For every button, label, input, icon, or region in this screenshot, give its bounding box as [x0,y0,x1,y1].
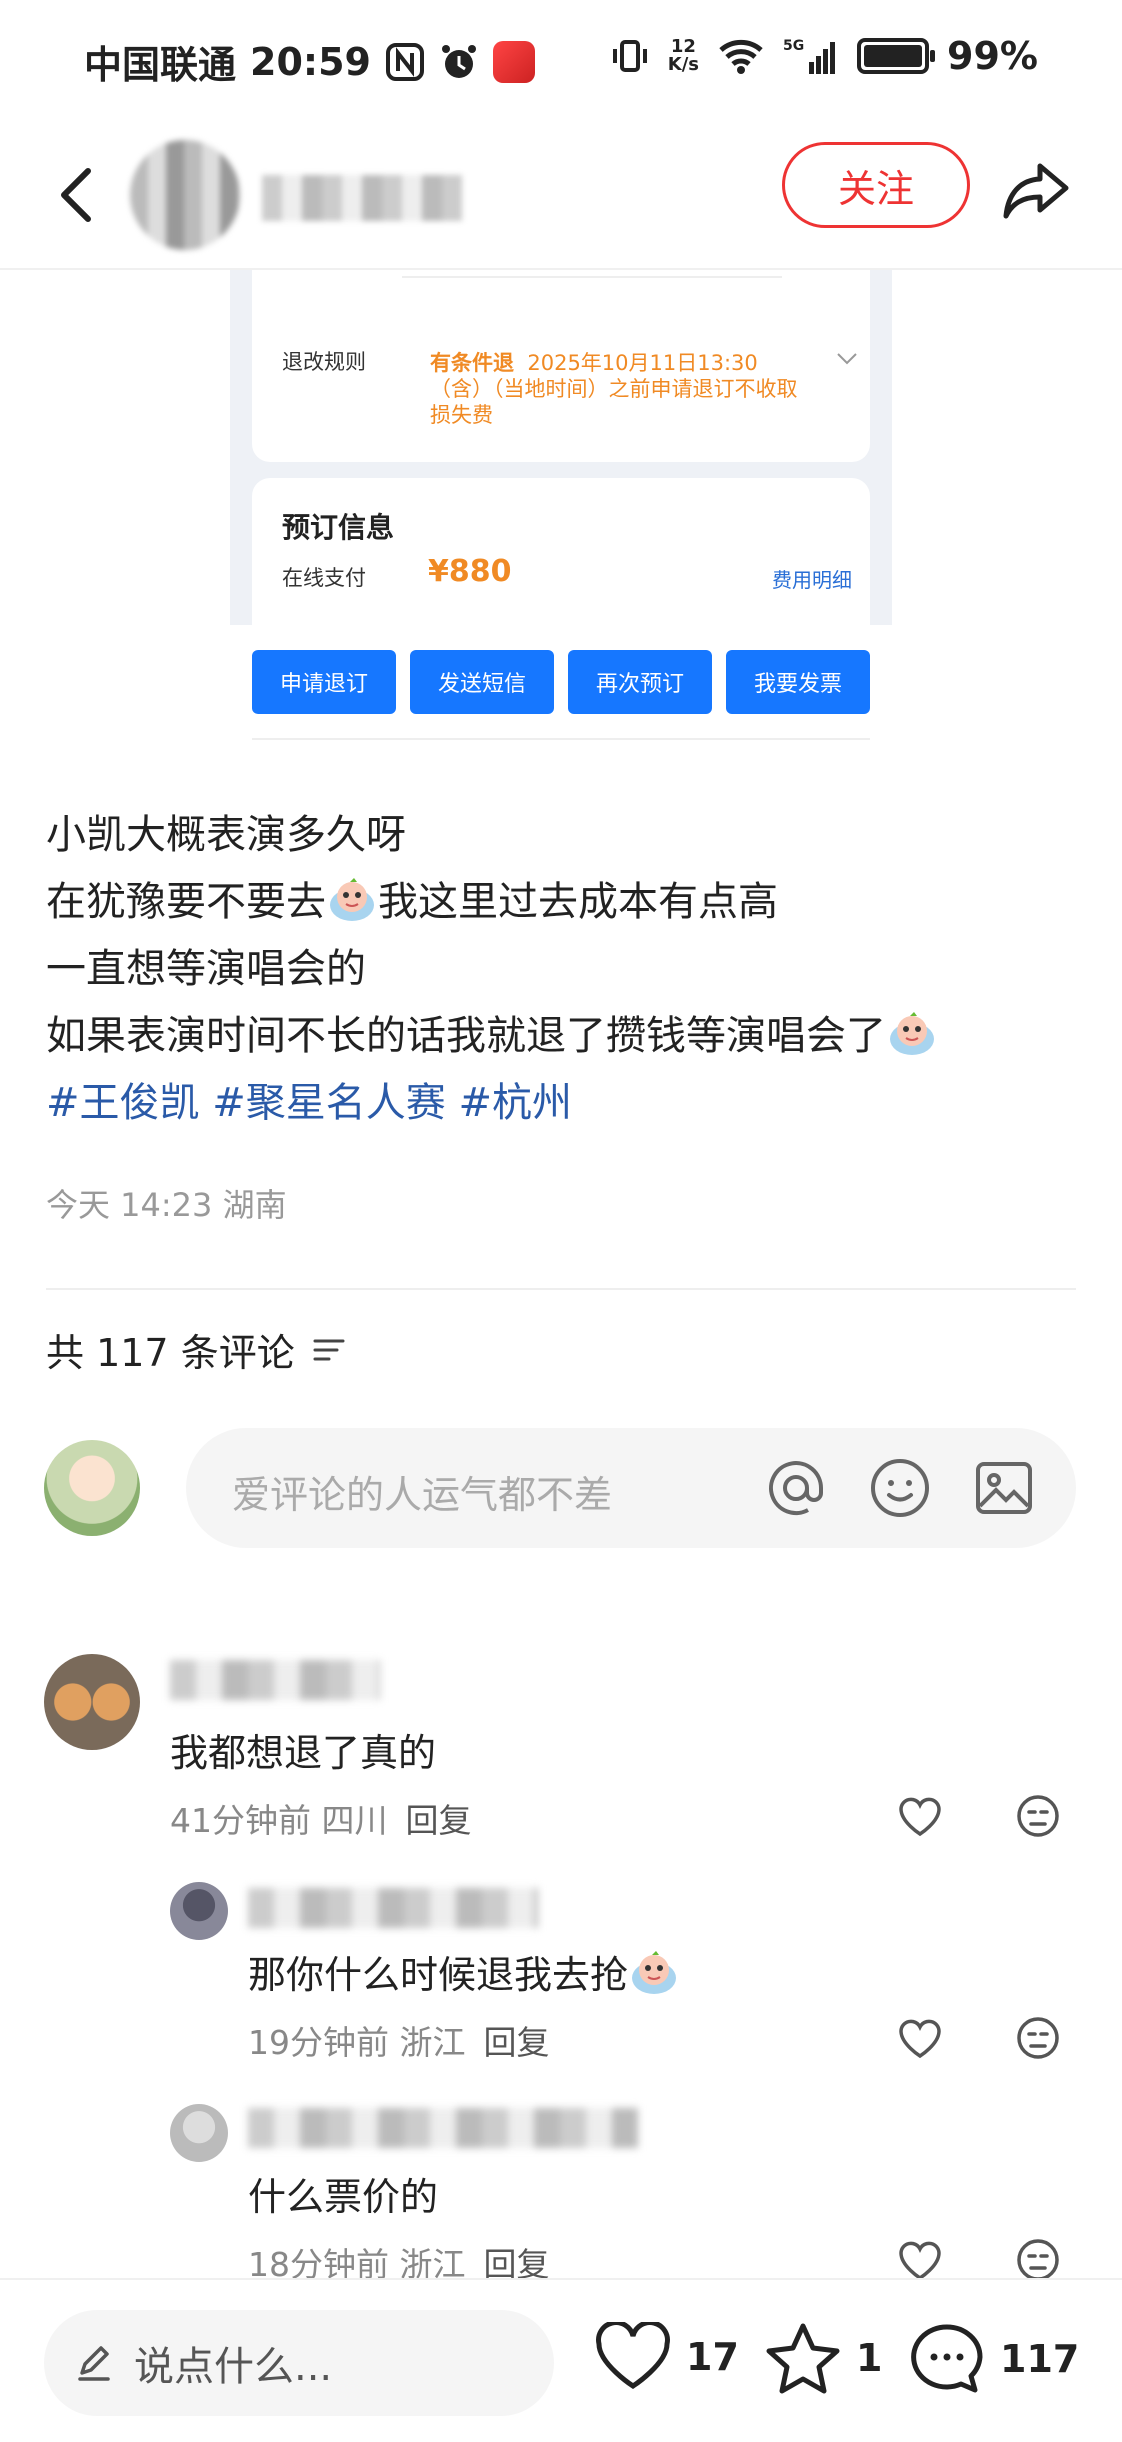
carrier-name: 中国联通 [84,43,237,87]
reply-button[interactable]: 回复 [406,1801,472,1840]
say-something-input[interactable]: 说点什么... [44,2310,554,2416]
like-heart-icon[interactable] [896,1792,944,1840]
commenter-avatar[interactable] [44,1654,140,1750]
divider [46,1288,1076,1290]
star-icon [766,2323,840,2394]
like-heart-icon[interactable] [896,2236,944,2284]
favorite-count: 1 [856,2336,883,2380]
say-something-placeholder: 说点什么... [134,2344,333,2390]
signal-icon: 5G [783,36,839,76]
top-nav-bar: 关注 [0,120,1122,270]
dislike-face-icon[interactable] [1014,2236,1062,2284]
author-avatar[interactable] [130,140,240,250]
like-button[interactable]: 17 [594,2322,739,2392]
network-speed: 12 K/s [667,36,700,75]
clock-time: 20:59 [250,39,371,84]
share-button[interactable] [996,150,1076,230]
svg-text:5G: 5G [783,38,804,54]
commenter-avatar[interactable] [170,2104,228,2162]
comment-meta: 41分钟前 四川 回复 [170,1801,472,1840]
status-bar: 中国联通 20:59 12 K/s 5G 99% [0,0,1122,120]
battery-level: 99% [947,34,1038,78]
payment-amount: ¥880 [428,554,512,589]
like-count: 17 [686,2335,739,2379]
dislike-face-icon[interactable] [1014,2014,1062,2062]
favorite-button[interactable]: 1 [764,2322,882,2394]
post-line-3: 一直想等演唱会的 [46,946,366,992]
chevron-down-icon [837,353,857,365]
comment-button[interactable]: 117 [908,2322,1079,2396]
post-line-1: 小凯大概表演多久呀 [46,812,406,858]
comment-text: 我都想退了真的 [170,1731,437,1775]
wifi-icon [717,36,765,76]
crying-emoji-icon [632,1951,677,1994]
my-avatar [44,1440,140,1536]
battery-icon [857,38,936,74]
reply-button[interactable]: 回复 [484,2023,550,2062]
fee-detail-link: 费用明细 [772,568,852,592]
post-time-location: 今天 14:23 湖南 [46,1186,287,1224]
alarm-icon [439,42,479,82]
app-notification-icon [492,40,535,83]
commenter-name-blurred[interactable] [170,1660,380,1700]
send-sms-button: 发送短信 [410,650,554,714]
comment-count: 共 117 条评论 [46,1331,295,1375]
booking-info-card: 预订信息 在线支付 ¥880 费用明细 [252,478,870,625]
refund-rule-text: 有条件退 2025年10月11日13:30（含）（当地时间）之前申请退订不收取损… [430,351,798,427]
image-picker-icon[interactable] [972,1456,1036,1520]
rebook-button: 再次预订 [568,650,712,714]
post-line-2: 在犹豫要不要去 我这里过去成本有点高 [46,869,1086,936]
heart-icon [596,2322,670,2389]
comment-text: 那你什么时候退我去抢 [248,1944,680,1999]
refund-rule-card: 退改规则 有条件退 2025年10月11日13:30（含）（当地时间）之前申请退… [252,270,870,462]
comment-bubble-icon [911,2324,983,2393]
commenter-name-blurred[interactable] [248,2108,638,2148]
crying-emoji-icon [330,878,374,921]
post-body: 小凯大概表演多久呀 在犹豫要不要去 我这里过去成本有点高 一直想等演唱会的 如果表… [46,802,1086,1137]
booking-action-buttons: 申请退订 发送短信 再次预订 我要发票 [252,650,870,714]
sort-icon[interactable] [311,1335,347,1365]
refund-rule-label: 退改规则 [282,350,366,374]
commenter-name-blurred[interactable] [248,1888,538,1928]
comment-input[interactable]: 爱评论的人运气都不差 [186,1428,1076,1548]
comment-input-placeholder: 爱评论的人运气都不差 [232,1473,613,1517]
commenter-avatar[interactable] [170,1882,228,1940]
like-heart-icon[interactable] [896,2014,944,2062]
comment-text: 什么票价的 [248,2175,439,2219]
invoice-button: 我要发票 [726,650,870,714]
emoji-picker-icon[interactable] [868,1456,932,1520]
pencil-icon [78,2346,110,2381]
back-arrow-icon [61,168,91,222]
author-name-blurred[interactable] [262,175,462,221]
share-arrow-icon [1003,163,1069,219]
comment-count-header: 共 117 条评论 [46,1322,347,1377]
comment-total: 117 [1000,2337,1080,2381]
apply-refund-button: 申请退订 [252,650,396,714]
booking-info-title: 预订信息 [282,511,395,544]
vibrate-icon [610,36,650,76]
back-button[interactable] [40,150,112,240]
payment-label: 在线支付 [282,566,366,590]
follow-button[interactable]: 关注 [782,142,970,228]
post-image-booking-screenshot[interactable]: 退改规则 有条件退 2025年10月11日13:30（含）（当地时间）之前申请退… [230,270,892,740]
comment-meta: 19分钟前 浙江 回复 [248,2023,550,2062]
post-hashtags[interactable]: #王俊凯 #聚星名人赛 #杭州 [46,1070,1086,1137]
dislike-face-icon[interactable] [1014,1792,1062,1840]
at-mention-icon[interactable] [764,1456,828,1520]
post-line-4: 如果表演时间不长的话我就退了攒钱等演唱会了 [46,1003,1086,1070]
nfc-icon [385,42,425,82]
crying-emoji-icon [890,1012,934,1055]
bottom-action-bar: 说点什么... 17 1 117 [0,2278,1122,2442]
